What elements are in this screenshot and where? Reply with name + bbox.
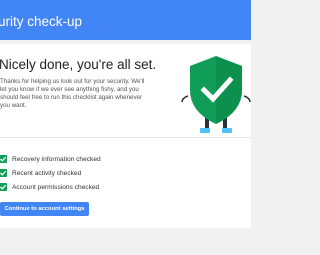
page-title: urity check-up [0,14,83,29]
check-icon [0,169,7,177]
shield-check-icon [180,52,252,136]
check-icon [0,183,7,191]
description-line: should feel free to run this checklist a… [0,94,143,102]
description-line: you want. [0,102,27,110]
description-line: Thanks for helping us look out for your … [0,78,145,85]
check-icon [0,155,7,163]
continue-to-account-settings-button[interactable]: Continue to account settings [0,202,89,216]
section-divider [0,137,251,138]
app-header: urity check-up [0,0,251,40]
completion-description: Thanks for helping us look out for your … [0,78,150,110]
checklist-item-label: Account permissions checked [12,184,100,191]
description-line: let you know if we ever see anything fis… [0,86,139,94]
checklist-item-label: Recovery information checked [12,156,101,163]
completion-heading: Nicely done, you're all set. [0,57,157,72]
checklist-item-label: Recent activity checked [12,170,82,177]
